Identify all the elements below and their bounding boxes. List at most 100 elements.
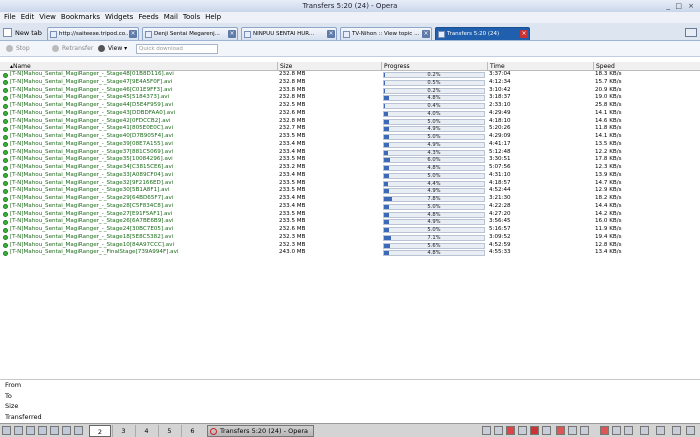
column-header-time[interactable]: Time [487,62,593,71]
volume-icon[interactable] [656,426,665,435]
maximize-icon[interactable]: □ [675,1,682,11]
tray-app-icon[interactable] [600,426,609,435]
tab-megarenjer[interactable]: Denji Sentai Megarenj... × [142,27,238,40]
menu-feeds[interactable]: Feeds [138,12,158,23]
tab-tripod[interactable]: http://saiteexe.tripod.co... × [47,27,139,40]
tab-ninpuu[interactable]: NINPUU SENTAI HUR... × [241,27,337,40]
table-row[interactable]: [T-N]Mahou_Sentai_MagiRanger_-_Stage24[3… [0,226,700,234]
table-row[interactable]: [T-N]Mahou_Sentai_MagiRanger_-_Stage28[C… [0,203,700,211]
table-row[interactable]: [T-N]Mahou_Sentai_MagiRanger_-_Stage39[0… [0,141,700,149]
tab-label: Transfers 5:20 (24) [447,31,500,37]
transfer-size: 233.4 MB [279,202,306,209]
desktop-switch-2[interactable]: 2 [89,425,111,437]
tray-app-icon[interactable] [612,426,621,435]
tray-app-icon[interactable] [542,426,551,435]
menu-tools[interactable]: Tools [183,12,200,23]
stop-button[interactable]: Stop [6,44,30,54]
close-tab-icon[interactable]: × [422,30,430,38]
app-menu-icon[interactable] [2,426,11,435]
table-row[interactable]: [T-N]Mahou_Sentai_MagiRanger_-_Stage26[6… [0,218,700,226]
table-row[interactable]: [T-N]Mahou_Sentai_MagiRanger_-_Stage47[9… [0,79,700,87]
table-row[interactable]: [T-N]Mahou_Sentai_MagiRanger_-_Stage30[5… [0,187,700,195]
table-row[interactable]: [T-N]Mahou_Sentai_MagiRanger_-_Stage43[D… [0,110,700,118]
desktop-switch-6[interactable]: 6 [181,425,203,437]
table-row[interactable]: [T-N]Mahou_Sentai_MagiRanger_-_Stage34[C… [0,164,700,172]
table-row[interactable]: [T-N]Mahou_Sentai_MagiRanger_-_Stage33[A… [0,172,700,180]
tab-label: http://saiteexe.tripod.co... [59,31,131,37]
tray-app-icon[interactable] [482,426,491,435]
tray-app-icon[interactable] [580,426,589,435]
transfer-progress: 4.3% [383,149,485,157]
tray-redhat-icon[interactable] [530,426,539,435]
close-tab-icon[interactable]: × [228,30,236,38]
new-tab-button[interactable]: New tab [3,26,45,39]
progress-bar: 5.0% [383,134,485,140]
tray-app-icon[interactable] [556,426,565,435]
table-row[interactable]: [T-N]Mahou_Sentai_MagiRanger_-_Stage46[C… [0,87,700,95]
terminal-icon[interactable] [14,426,23,435]
taskbar-window-opera[interactable]: Transfers 5:20 (24) - Opera [207,425,314,437]
trash-icon[interactable] [685,28,697,37]
desktop-switch-4[interactable]: 4 [135,425,157,437]
column-header-progress[interactable]: Progress [381,62,487,71]
menu-widgets[interactable]: Widgets [105,12,133,23]
tab-transfers[interactable]: Transfers 5:20 (24) × [435,27,530,40]
menu-view[interactable]: View [39,12,56,23]
table-row[interactable]: [T-N]Mahou_Sentai_MagiRanger_-_Stage35[1… [0,156,700,164]
menu-help[interactable]: Help [205,12,221,23]
column-header-size[interactable]: Size [277,62,381,71]
status-ok-icon [3,119,8,124]
tray-app-icon[interactable] [568,426,577,435]
menu-bookmarks[interactable]: Bookmarks [61,12,100,23]
close-tab-icon[interactable]: × [129,30,137,38]
media-icon[interactable] [50,426,59,435]
tray-app-icon[interactable] [494,426,503,435]
file-manager-icon[interactable] [26,426,35,435]
monitor-icon[interactable] [38,426,47,435]
table-row[interactable]: [T-N]Mahou_Sentai_MagiRanger_-_Stage10[8… [0,242,700,250]
network-icon[interactable] [640,426,649,435]
table-row[interactable]: [T-N]Mahou_Sentai_MagiRanger_-_Stage41[8… [0,125,700,133]
transfer-details: From To Size Transferred [0,379,700,423]
transfer-progress: 4.9% [383,187,485,195]
table-row[interactable]: [T-N]Mahou_Sentai_MagiRanger_-_Stage40[D… [0,133,700,141]
stop-label: Stop [16,45,30,52]
column-header-speed[interactable]: Speed [593,62,700,71]
clock-icon[interactable] [686,426,695,435]
transfer-progress: 0.2% [383,87,485,95]
transfer-name: [T-N]Mahou_Sentai_MagiRanger_-_Stage44[D… [10,102,174,108]
tray-close-icon[interactable] [506,426,515,435]
table-row[interactable]: [T-N]Mahou_Sentai_MagiRanger_-_Stage44[D… [0,102,700,110]
close-tab-icon[interactable]: × [327,30,335,38]
tab-tvnihon[interactable]: TV-Nihon :: View topic ... × [340,27,432,40]
progress-bar: 4.3% [383,149,485,156]
opera-launcher-icon[interactable] [62,426,71,435]
quick-download-input[interactable]: Quick download [136,44,218,54]
table-row[interactable]: [T-N]Mahou_Sentai_MagiRanger_-_Stage48[0… [0,71,700,79]
table-row[interactable]: [T-N]Mahou_Sentai_MagiRanger_-_Stage42[0… [0,118,700,126]
desktop-switch-5[interactable]: 5 [158,425,180,437]
retransfer-button[interactable]: Retransfer [52,44,93,54]
view-button[interactable]: View ▾ [98,44,127,54]
table-row[interactable]: [T-N]Mahou_Sentai_MagiRanger_-_FinalStag… [0,249,700,257]
table-row[interactable]: [T-N]Mahou_Sentai_MagiRanger_-_Stage29[6… [0,195,700,203]
column-header-name[interactable]: ▴Name [0,62,277,71]
table-row[interactable]: [T-N]Mahou_Sentai_MagiRanger_-_Stage45[5… [0,94,700,102]
menu-edit[interactable]: Edit [21,12,35,23]
settings-icon[interactable] [74,426,83,435]
close-icon[interactable]: × [688,1,694,11]
desktop-switch-3[interactable]: 3 [112,425,134,437]
menu-file[interactable]: File [4,12,16,23]
retransfer-label: Retransfer [62,45,94,52]
minimize-icon[interactable]: _ [667,1,671,11]
table-row[interactable]: [T-N]Mahou_Sentai_MagiRanger_-_Stage27[E… [0,211,700,219]
battery-icon[interactable] [672,426,681,435]
close-tab-icon[interactable]: × [520,30,528,38]
tray-app-icon[interactable] [624,426,633,435]
transfer-speed: 12.2 KB/s [595,148,622,155]
table-row[interactable]: [T-N]Mahou_Sentai_MagiRanger_-_Stage37[8… [0,149,700,157]
table-row[interactable]: [T-N]Mahou_Sentai_MagiRanger_-_Stage18[5… [0,234,700,242]
tray-app-icon[interactable] [518,426,527,435]
menu-mail[interactable]: Mail [164,12,178,23]
table-row[interactable]: [T-N]Mahou_Sentai_MagiRanger_-_Stage32[9… [0,180,700,188]
